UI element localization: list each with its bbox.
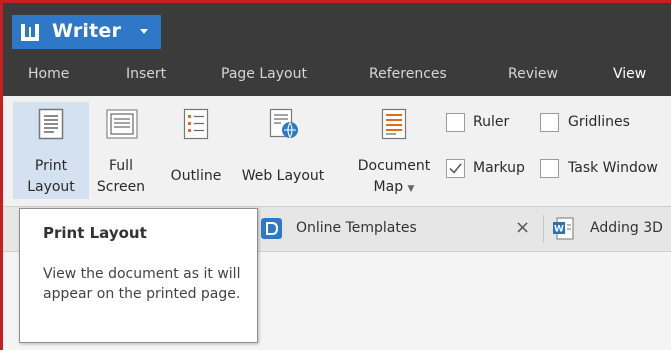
gridlines-checkbox[interactable]: Gridlines <box>540 112 660 136</box>
word-document-icon: W <box>553 217 574 240</box>
web-layout-icon <box>269 108 298 138</box>
tab-insert[interactable]: Insert <box>126 66 166 82</box>
outline-icon <box>183 108 209 140</box>
ruler-checkbox-label: Ruler <box>473 114 510 130</box>
title-bar: Writer <box>3 3 671 58</box>
writer-app-menu-button[interactable]: Writer <box>12 15 161 49</box>
full-screen-label-1: Full <box>109 158 133 174</box>
document-map-label-2: Map ▼ <box>373 179 415 195</box>
doc-tab-online-templates[interactable]: Online Templates × <box>253 207 543 251</box>
chevron-down-icon: ▼ <box>407 184 415 194</box>
doc-tab-label: Adding 3D <box>590 220 663 236</box>
tooltip-body: View the document as it will appear on t… <box>43 266 241 302</box>
tab-page-layout[interactable]: Page Layout <box>221 66 307 82</box>
web-layout-button[interactable]: Web Layout <box>233 102 333 199</box>
close-icon[interactable]: × <box>515 217 530 238</box>
print-layout-icon <box>38 108 64 140</box>
checkmark-icon <box>449 163 462 174</box>
menu-tabs: Home Insert Page Layout References Revie… <box>3 58 671 96</box>
svg-text:W: W <box>554 225 564 235</box>
document-map-icon <box>381 108 407 140</box>
app-title: Writer <box>52 20 122 42</box>
tooltip-title: Print Layout <box>43 224 147 242</box>
tab-references[interactable]: References <box>369 66 447 82</box>
document-map-button[interactable]: Document Map ▼ <box>351 102 437 199</box>
chevron-down-icon <box>140 29 148 34</box>
app-window: Writer Home Insert Page Layout Reference… <box>3 3 671 350</box>
print-layout-label-2: Layout <box>27 179 75 195</box>
print-layout-label-1: Print <box>34 158 68 174</box>
tab-view[interactable]: View <box>613 66 646 82</box>
online-templates-icon <box>261 218 282 239</box>
web-layout-label: Web Layout <box>241 168 325 184</box>
tab-review[interactable]: Review <box>508 66 558 82</box>
doc-tab-adding-3d[interactable]: W Adding 3D <box>548 207 671 251</box>
ribbon-view: Print Layout Full Screen Outline Web Lay… <box>3 96 671 207</box>
markup-checkbox-label: Markup <box>473 160 525 176</box>
task-window-checkbox-label: Task Window <box>568 160 658 176</box>
ruler-checkbox[interactable]: Ruler <box>446 112 536 136</box>
gridlines-checkbox-box[interactable] <box>540 113 559 132</box>
full-screen-icon <box>106 109 138 139</box>
doc-tab-label: Online Templates <box>296 220 417 236</box>
task-window-checkbox[interactable]: Task Window <box>540 158 668 182</box>
outline-label: Outline <box>170 168 222 184</box>
markup-checkbox-box[interactable] <box>446 159 465 178</box>
tab-home[interactable]: Home <box>28 66 69 82</box>
outline-button[interactable]: Outline <box>163 102 229 199</box>
markup-checkbox[interactable]: Markup <box>446 158 536 182</box>
full-screen-label-2: Screen <box>96 179 146 195</box>
gridlines-checkbox-label: Gridlines <box>568 114 630 130</box>
full-screen-button[interactable]: Full Screen <box>91 102 151 199</box>
writer-logo-icon <box>21 24 39 41</box>
ruler-checkbox-box[interactable] <box>446 113 465 132</box>
print-layout-button[interactable]: Print Layout <box>13 102 89 199</box>
document-map-label-1: Document <box>357 158 431 174</box>
print-layout-tooltip: Print Layout View the document as it wil… <box>19 208 258 343</box>
tab-divider <box>543 215 544 243</box>
task-window-checkbox-box[interactable] <box>540 159 559 178</box>
